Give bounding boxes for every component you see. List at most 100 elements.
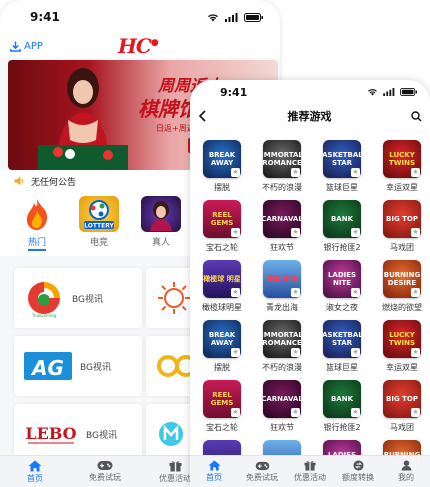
favorite-star-icon[interactable]: ★: [291, 348, 300, 357]
game-item[interactable]: 橄榄球 明星 ★ 橄榄球明星: [193, 260, 251, 318]
game-tile-text: 橄榄球 明星: [203, 275, 241, 283]
game-item[interactable]: IMMORTAL ROMANCE ★ 不朽的浪漫: [253, 320, 311, 378]
game-tile-image: BASKETBALL STAR★: [323, 320, 361, 358]
game-item[interactable]: BURNING DESIRE ★ 燃烧的欲望: [373, 260, 430, 318]
game-tile-image: BREAK AWAY ★: [203, 140, 241, 178]
game-tile-image: BASKETBALL STAR★: [323, 140, 361, 178]
tab-exchange[interactable]: 额度转换: [334, 456, 382, 487]
category-esports[interactable]: LOTTERY 电竞: [70, 192, 128, 256]
game-item[interactable]: BREAK AWAY ★ 摆脱: [193, 140, 251, 198]
game-item[interactable]: BANK ★ 银行抢匪2: [313, 380, 371, 438]
download-app-button[interactable]: APP: [10, 41, 43, 52]
favorite-star-icon[interactable]: ★: [351, 288, 360, 297]
game-tile-image: 橄榄球 明星 ★: [203, 260, 241, 298]
platform-card-lebo-label: BG视讯: [86, 430, 117, 441]
banner-model-image: [38, 68, 128, 170]
wifi-icon: [368, 89, 377, 96]
favorite-star-icon[interactable]: ★: [231, 348, 240, 357]
game-item[interactable]: CARNAVAL ★ 狂欢节: [253, 200, 311, 258]
favorite-star-icon[interactable]: ★: [351, 168, 360, 177]
favorite-star-icon[interactable]: ★: [411, 168, 420, 177]
search-icon[interactable]: [411, 110, 422, 122]
game-item[interactable]: LUCKY TWINS ★ 幸运双星: [373, 140, 430, 198]
game-tile-text: BREAK AWAY: [208, 331, 236, 347]
wifi-icon: [208, 13, 218, 21]
tab-free-trial-2[interactable]: 免费试玩: [238, 456, 286, 487]
gamepad-icon: [97, 461, 113, 470]
game-tile-text: REEL GEMS: [210, 211, 234, 227]
back-arrow-icon[interactable]: [198, 110, 208, 122]
platform-card-ag[interactable]: AG BG视讯: [14, 336, 142, 396]
tab-promotions-label: 优惠活动: [159, 473, 191, 483]
favorite-star-icon[interactable]: ★: [411, 348, 420, 357]
game-item[interactable]: LADIES NITE ★ 淑女之夜: [313, 260, 371, 318]
banner-caption: 日返+周返: [156, 124, 195, 133]
tab-free-trial[interactable]: 免费试玩: [70, 456, 140, 487]
favorite-star-icon[interactable]: ★: [411, 408, 420, 417]
game-item[interactable]: BIG TOP ★ 马戏团: [373, 380, 430, 438]
nav-bar: 推荐游戏: [190, 104, 430, 128]
paw-icon: ●: [150, 38, 159, 48]
favorite-star-icon[interactable]: ★: [351, 408, 360, 417]
category-live-label: 真人: [151, 238, 170, 248]
tab-promotions-label-2: 优惠活动: [294, 473, 326, 482]
game-item[interactable]: BIG TOP ★ 马戏团: [373, 200, 430, 258]
favorite-star-icon[interactable]: ★: [291, 288, 300, 297]
battery-icon: [400, 88, 417, 96]
lottery-icon: LOTTERY: [79, 196, 119, 232]
recommended-games-phone: 9:41 推荐游戏 BREAK AWAY ★ 摆脱 IMMORTAL ROMANCE ★…: [190, 80, 430, 487]
game-tile-text: BASKETBALL STAR: [323, 331, 361, 347]
game-name: 宝石之轮: [206, 243, 238, 252]
game-item[interactable]: IMMORTAL ROMANCE ★ 不朽的浪漫: [253, 140, 311, 198]
lebo-logo: LEBO: [25, 424, 77, 444]
status-icons: [207, 12, 264, 22]
favorite-star-icon[interactable]: ★: [231, 288, 240, 297]
game-name: 狂欢节: [270, 243, 294, 252]
favorite-star-icon[interactable]: ★: [231, 168, 240, 177]
game-item[interactable]: BREAK AWAY ★ 摆脱: [193, 320, 251, 378]
game-item[interactable]: REEL GEMS ★ 宝石之轮: [193, 380, 251, 438]
platform-card-bg-label: BG视讯: [72, 294, 103, 305]
game-item[interactable]: BASKETBALL STAR★ 篮球巨星: [313, 320, 371, 378]
game-tile-image: BANK ★: [323, 380, 361, 418]
favorite-star-icon[interactable]: ★: [291, 168, 300, 177]
favorite-star-icon[interactable]: ★: [231, 228, 240, 237]
platform-card-bg[interactable]: TrueGaming BG视讯: [14, 268, 142, 328]
game-item[interactable]: BANK ★ 银行抢匪2: [313, 200, 371, 258]
tab-promotions-2[interactable]: 优惠活动: [286, 456, 334, 487]
favorite-star-icon[interactable]: ★: [291, 408, 300, 417]
brand-logo-text: HC: [118, 34, 152, 58]
game-name: 燃烧的欲望: [382, 303, 422, 312]
favorite-star-icon[interactable]: ★: [351, 228, 360, 237]
game-tile-text: LUCKY TWINS: [388, 331, 415, 347]
app-header: APP HC●: [0, 34, 280, 58]
tab-profile[interactable]: 我的: [382, 456, 430, 487]
signal-icon: [225, 12, 238, 22]
tab-home-2[interactable]: 首页: [190, 456, 238, 487]
favorite-star-icon[interactable]: ★: [411, 288, 420, 297]
game-item[interactable]: LUCKY TWINS ★ 幸运双星: [373, 320, 430, 378]
category-hot[interactable]: 热门: [8, 192, 66, 256]
game-tile-text: BIG TOP: [386, 395, 418, 403]
game-tile-image: REEL GEMS ★: [203, 200, 241, 238]
download-icon: [10, 41, 21, 52]
game-item[interactable]: 青龍 出海 ★ 青龙出海: [253, 260, 311, 318]
tab-home-label-2: 首页: [206, 473, 222, 482]
bottom-tab-bar-2: 首页 免费试玩 优惠活动 额度转换 我的: [190, 455, 430, 487]
favorite-star-icon[interactable]: ★: [231, 408, 240, 417]
favorite-star-icon[interactable]: ★: [291, 228, 300, 237]
download-app-label: APP: [24, 40, 43, 52]
game-name: 篮球巨星: [326, 363, 358, 372]
game-tile-image: IMMORTAL ROMANCE ★: [263, 140, 301, 178]
game-item[interactable]: BASKETBALL STAR★ 篮球巨星: [313, 140, 371, 198]
game-item[interactable]: CARNAVAL ★ 狂欢节: [253, 380, 311, 438]
favorite-star-icon[interactable]: ★: [411, 228, 420, 237]
game-tile-text: 青龍 出海: [266, 275, 298, 283]
category-live[interactable]: 真人: [132, 192, 190, 256]
favorite-star-icon[interactable]: ★: [351, 348, 360, 357]
game-tile-text: BANK: [330, 395, 354, 403]
category-esports-label: 电竞: [89, 238, 108, 248]
tab-home[interactable]: 首页: [0, 456, 70, 487]
game-item[interactable]: REEL GEMS ★ 宝石之轮: [193, 200, 251, 258]
game-name: 不朽的浪漫: [262, 183, 302, 192]
